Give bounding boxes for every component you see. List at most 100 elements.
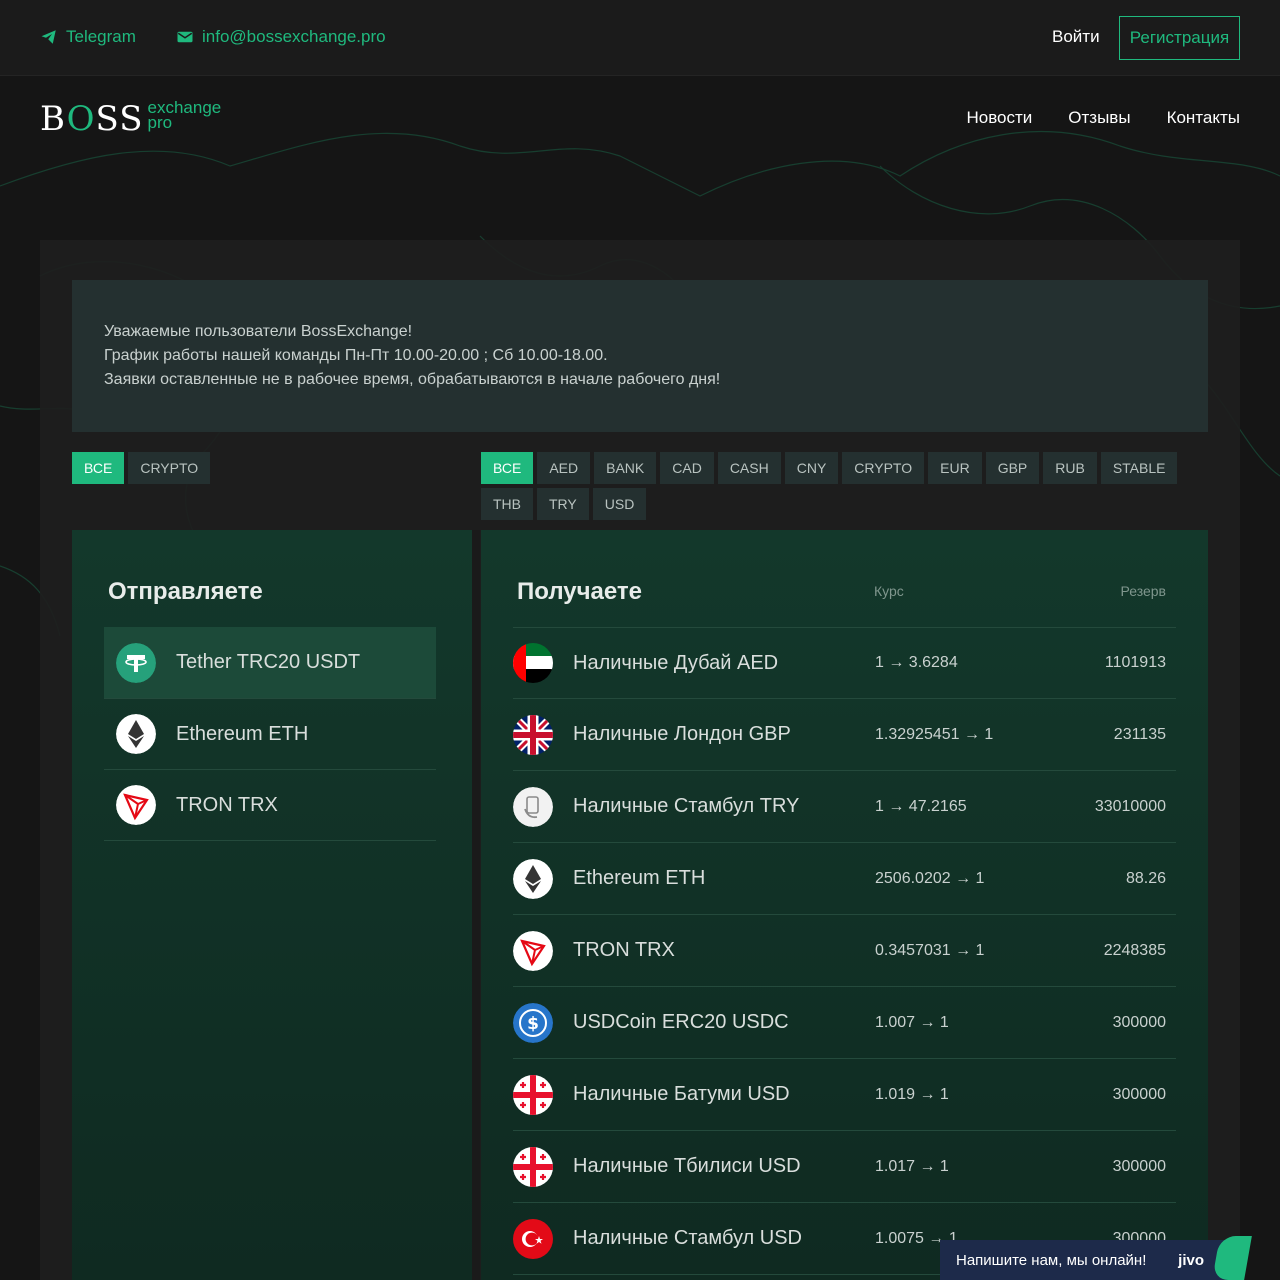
tron-icon [513, 930, 553, 971]
receive-filter-cny[interactable]: CNY [784, 452, 839, 484]
notice-box: Уважаемые пользователи BossExchange! Гра… [72, 280, 1208, 432]
receive-item-rate: 1.32925451 → 1 [875, 725, 994, 743]
send-item-name: Tether TRC20 USDT [176, 651, 361, 673]
receive-item[interactable]: TRON TRX 0.3457031 → 1 2248385 [513, 915, 1176, 987]
georgia-flag-icon [513, 1074, 553, 1115]
telegram-icon [41, 30, 56, 44]
receive-item-rate: 0.3457031 → 1 [875, 941, 985, 959]
receive-item-reserve: 300000 [1112, 1157, 1166, 1175]
receive-item[interactable]: Наличные Тбилиси USD 1.017 → 1 300000 [513, 1131, 1176, 1203]
receive-item-rate: 1.019 → 1 [875, 1085, 949, 1103]
receive-item-rate: 2506.0202 → 1 [875, 869, 985, 887]
receive-item-name: Наличные Лондон GBP [573, 723, 791, 745]
uae-flag-icon [513, 643, 553, 683]
telegram-label: Telegram [66, 27, 136, 46]
receive-item[interactable]: Наличные Стамбул TRY 1 → 47.2165 3301000… [513, 771, 1176, 843]
tether-icon [116, 642, 156, 683]
nav-item-reviews[interactable]: Отзывы [1068, 108, 1130, 128]
receive-item[interactable]: Наличные Дубай AED 1 → 3.6284 1101913 [513, 627, 1176, 699]
receive-item[interactable]: Наличные Батуми USD 1.019 → 1 300000 [513, 1059, 1176, 1131]
send-panel: Отправляете Tether TRC20 USDT Ethereum E… [72, 530, 473, 1280]
receive-item-name: Наличные Дубай AED [573, 651, 779, 674]
receive-filter-try[interactable]: TRY [537, 488, 589, 520]
telegram-link[interactable]: Telegram [40, 27, 136, 47]
send-item[interactable]: TRON TRX [104, 770, 436, 841]
notice-line: График работы нашей команды Пн-Пт 10.00-… [104, 347, 608, 364]
receive-filter-rub[interactable]: RUB [1043, 452, 1097, 484]
turkey-flag-icon [513, 1218, 553, 1259]
cash-hand-icon [513, 786, 553, 827]
receive-item-name: Наличные Тбилиси USD [573, 1155, 801, 1177]
receive-item-reserve: 300000 [1112, 1085, 1166, 1103]
nav-item-contacts[interactable]: Контакты [1167, 108, 1240, 128]
register-button[interactable]: Регистрация [1119, 16, 1240, 60]
receive-filter-cash[interactable]: CASH [717, 452, 781, 484]
ethereum-icon [513, 858, 553, 899]
receive-item-rate: 1.007 → 1 [875, 1013, 949, 1031]
panel-divider [472, 530, 480, 1280]
tron-icon [116, 785, 156, 825]
receive-item-reserve: 2248385 [1103, 941, 1166, 959]
receive-filter-bank[interactable]: BANK [594, 452, 657, 484]
receive-item-reserve: 1101913 [1104, 654, 1166, 671]
receive-item-reserve: 88.26 [1125, 869, 1166, 887]
logo-wordmark: BOSS [40, 99, 144, 139]
receive-filter-eur[interactable]: EUR [928, 452, 982, 484]
receive-item-reserve: 33010000 [1094, 797, 1166, 815]
ethereum-icon [116, 714, 156, 754]
email-link[interactable]: info@bossexchange.pro [176, 27, 386, 47]
receive-panel: Получаете Курс Резерв Наличные Дубай AED… [481, 530, 1208, 1280]
jivo-logo: jivo [1178, 1251, 1204, 1269]
receive-filter-cad[interactable]: CAD [660, 452, 714, 484]
receive-filter-aed[interactable]: AED [537, 452, 591, 484]
send-item[interactable]: Ethereum ETH [104, 699, 436, 770]
notice-line: Уважаемые пользователи BossExchange! [104, 323, 413, 340]
georgia-flag-icon [513, 1146, 553, 1187]
send-filter-crypto[interactable]: CRYPTO [128, 452, 211, 484]
receive-item-name: TRON TRX [573, 939, 675, 961]
receive-filter-gbp[interactable]: GBP [985, 452, 1040, 484]
send-item[interactable]: Tether TRC20 USDT [104, 627, 436, 699]
receive-item-rate: 1 → 47.2165 [875, 797, 967, 815]
receive-filter: ВСЕ AED BANK CAD CASH CNY CRYPTO EUR GBP… [481, 452, 1211, 520]
receive-item-name: Наличные Стамбул TRY [573, 795, 800, 817]
svg-text:$: $ [527, 1014, 539, 1034]
receive-item-rate: 1 → 3.6284 [875, 654, 958, 671]
send-title: Отправляете [108, 578, 263, 605]
notice-line: Заявки оставленные не в рабочее время, о… [104, 371, 721, 388]
receive-list: Наличные Дубай AED 1 → 3.6284 1101913 На… [513, 627, 1176, 1275]
send-item-name: Ethereum ETH [176, 722, 309, 745]
receive-filter-thb[interactable]: THB [481, 488, 533, 520]
send-filter-all[interactable]: ВСЕ [72, 452, 125, 484]
receive-item-name: Ethereum ETH [573, 867, 706, 889]
uk-flag-icon [513, 714, 553, 755]
receive-item[interactable]: Наличные Лондон GBP 1.32925451 → 1 23113… [513, 699, 1176, 771]
receive-filter-usd[interactable]: USD [592, 488, 647, 520]
rate-column-header: Курс [874, 583, 904, 599]
receive-item[interactable]: $ USDCoin ERC20 USDC 1.007 → 1 300000 [513, 987, 1176, 1059]
logo-subtitle: exchange pro [147, 98, 222, 132]
receive-filter-all[interactable]: ВСЕ [481, 452, 534, 484]
receive-filter-stable[interactable]: STABLE [1100, 452, 1178, 484]
send-list: Tether TRC20 USDT Ethereum ETH TRON TRX [104, 627, 436, 841]
email-label: info@bossexchange.pro [202, 27, 386, 46]
receive-title: Получаете [517, 578, 643, 605]
nav-item-news[interactable]: Новости [966, 108, 1032, 128]
mail-icon [177, 31, 193, 43]
top-bar: Telegram info@bossexchange.pro Войти Рег… [0, 0, 1280, 76]
receive-item-name: USDCoin ERC20 USDC [573, 1011, 789, 1033]
usdc-icon: $ [513, 1002, 553, 1043]
reserve-column-header: Резерв [1120, 583, 1166, 599]
logo[interactable]: BOSS exchange pro [40, 98, 222, 139]
receive-item-reserve: 231135 [1113, 725, 1166, 743]
receive-filter-crypto[interactable]: CRYPTO [842, 452, 925, 484]
receive-item-name: Наличные Батуми USD [573, 1083, 790, 1105]
main-nav: Новости Отзывы Контакты [966, 108, 1240, 128]
receive-item-rate: 1.017 → 1 [875, 1157, 949, 1175]
receive-item-reserve: 300000 [1112, 1013, 1166, 1031]
receive-item[interactable]: Ethereum ETH 2506.0202 → 1 88.26 [513, 843, 1176, 915]
login-link[interactable]: Войти [1052, 27, 1100, 47]
chat-text: Напишите нам, мы онлайн! [956, 1251, 1147, 1269]
receive-item-name: Наличные Стамбул USD [573, 1227, 802, 1249]
chat-widget[interactable]: Напишите нам, мы онлайн! jivo [940, 1236, 1252, 1280]
